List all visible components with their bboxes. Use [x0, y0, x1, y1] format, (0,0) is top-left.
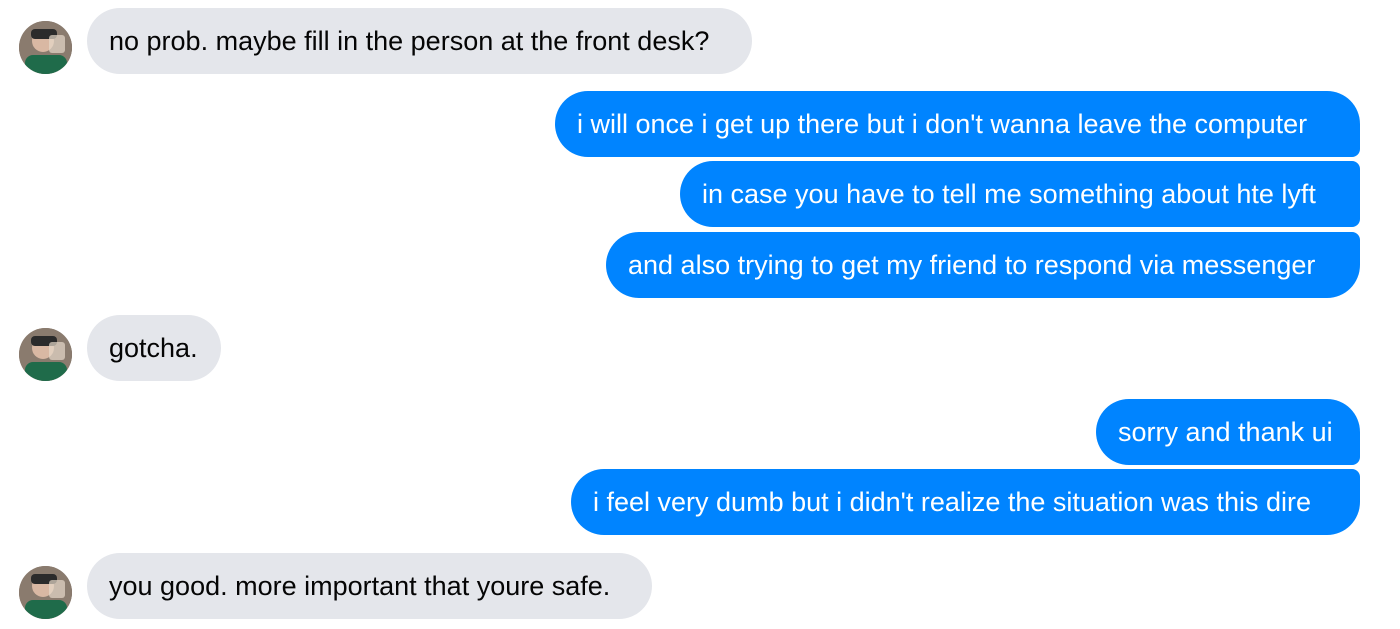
contact-avatar[interactable] — [19, 566, 72, 619]
outgoing-message-bubble[interactable]: i feel very dumb but i didn't realize th… — [571, 469, 1360, 535]
message-text: no prob. maybe fill in the person at the… — [109, 25, 710, 56]
message-text: in case you have to tell me something ab… — [702, 178, 1316, 209]
outgoing-message-bubble[interactable]: i will once i get up there but i don't w… — [555, 91, 1360, 157]
contact-avatar[interactable] — [19, 21, 72, 74]
outgoing-message-bubble[interactable]: and also trying to get my friend to resp… — [606, 232, 1360, 298]
message-text: and also trying to get my friend to resp… — [628, 249, 1316, 280]
message-text: gotcha. — [109, 332, 198, 363]
avatar-photo-icon — [19, 566, 72, 619]
avatar-photo-icon — [19, 21, 72, 74]
outgoing-message-bubble[interactable]: in case you have to tell me something ab… — [680, 161, 1360, 227]
message-text: you good. more important that youre safe… — [109, 570, 611, 601]
incoming-message-bubble[interactable]: gotcha. — [87, 315, 221, 381]
avatar-photo-icon — [19, 328, 72, 381]
incoming-message-bubble[interactable]: no prob. maybe fill in the person at the… — [87, 8, 752, 74]
message-text: sorry and thank ui — [1118, 416, 1333, 447]
incoming-message-bubble[interactable]: you good. more important that youre safe… — [87, 553, 652, 619]
message-text: i feel very dumb but i didn't realize th… — [593, 486, 1312, 517]
contact-avatar[interactable] — [19, 328, 72, 381]
message-thread: no prob. maybe fill in the person at the… — [0, 0, 1400, 629]
message-text: i will once i get up there but i don't w… — [577, 108, 1308, 139]
outgoing-message-bubble[interactable]: sorry and thank ui — [1096, 399, 1360, 465]
